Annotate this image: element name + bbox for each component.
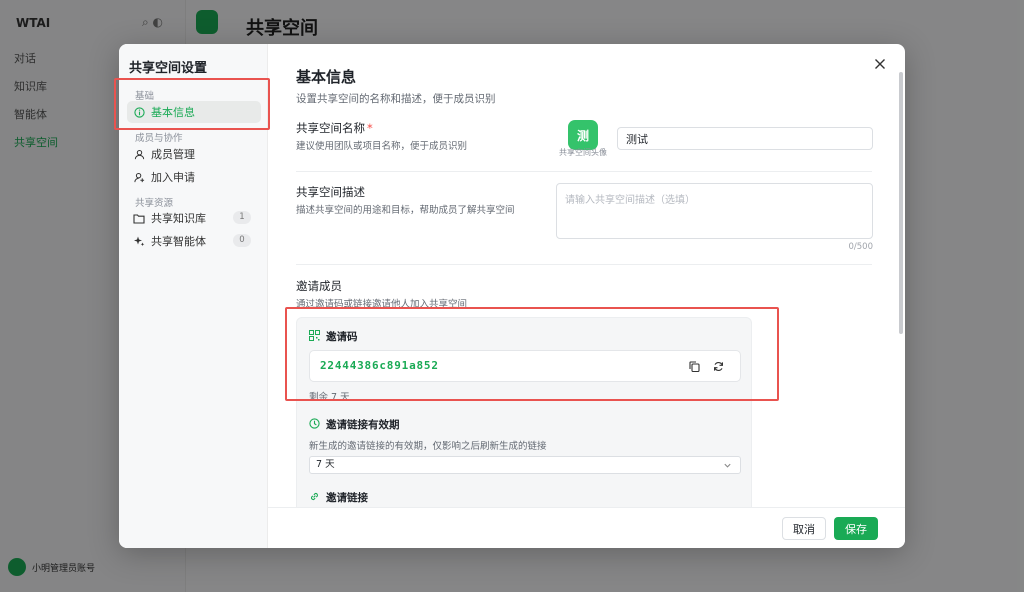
sidebar-item-label: 加入申请 — [151, 171, 195, 184]
user-icon — [133, 148, 145, 160]
invite-code-value[interactable]: 22444386c891a852 — [320, 359, 439, 372]
chevron-down-icon — [723, 460, 732, 476]
sidebar-item-shared-agents[interactable]: 共享智能体 0 — [127, 230, 261, 252]
refresh-icon[interactable] — [710, 358, 726, 374]
user-add-icon — [133, 171, 145, 183]
section-title: 基本信息 — [296, 68, 357, 86]
sparkle-icon — [133, 235, 145, 247]
invite-link-header: 邀请链接 — [309, 490, 368, 505]
desc-label: 共享空间描述 — [296, 185, 365, 199]
char-count: 0/500 — [848, 242, 874, 252]
modal-content[interactable]: 基本信息 设置共享空间的名称和描述，便于成员识别 共享空间名称 * 建议使用团队或… — [268, 44, 905, 507]
name-label-text: 共享空间名称 — [296, 121, 365, 135]
expiry-selected-value: 7 天 — [316, 459, 335, 470]
qr-code-icon — [309, 329, 320, 344]
save-button[interactable]: 保存 — [834, 517, 878, 540]
modal-sidebar-title: 共享空间设置 — [129, 61, 208, 76]
section-subtitle: 设置共享空间的名称和描述，便于成员识别 — [296, 93, 496, 105]
invite-help: 通过邀请码或链接邀请他人加入共享空间 — [296, 299, 468, 310]
required-mark: * — [367, 121, 373, 135]
sidebar-item-label: 基本信息 — [151, 106, 195, 119]
invite-code-title: 邀请码 — [326, 331, 358, 343]
remaining-days: 剩余 7 天 — [309, 392, 350, 403]
settings-modal: 共享空间设置 基础 基本信息 成员与协作 成员管理 加入申请 共享资源 共享知识… — [119, 44, 905, 548]
link-icon — [309, 491, 320, 505]
info-circle-icon — [133, 106, 145, 118]
expiry-desc: 新生成的邀请链接的有效期，仅影响之后刷新生成的链接 — [309, 441, 547, 452]
sidebar-item-member-management[interactable]: 成员管理 — [127, 143, 261, 165]
sidebar-item-join-requests[interactable]: 加入申请 — [127, 166, 261, 188]
copy-icon[interactable] — [686, 358, 702, 374]
invite-code-header: 邀请码 — [309, 329, 358, 344]
cancel-button[interactable]: 取消 — [782, 517, 826, 540]
space-description-input[interactable] — [556, 183, 873, 239]
desc-help: 描述共享空间的用途和目标，帮助成员了解共享空间 — [296, 205, 515, 216]
space-name-input[interactable] — [617, 127, 873, 150]
expiry-title: 邀请链接有效期 — [326, 419, 400, 431]
name-label: 共享空间名称 * — [296, 120, 373, 136]
space-avatar[interactable]: 测 — [568, 120, 598, 150]
sidebar-item-basic-info[interactable]: 基本信息 — [127, 101, 261, 123]
modal-footer: 取消 保存 — [268, 507, 905, 548]
group-label-members: 成员与协作 — [135, 133, 183, 144]
invite-label: 邀请成员 — [296, 279, 342, 293]
expiry-select[interactable]: 7 天 — [309, 456, 741, 474]
invite-link-title: 邀请链接 — [326, 492, 368, 504]
divider — [296, 264, 872, 265]
expiry-header: 邀请链接有效期 — [309, 417, 400, 432]
sidebar-item-label: 成员管理 — [151, 148, 195, 161]
sidebar-item-label: 共享知识库 — [151, 212, 206, 225]
invite-code-box: 22444386c891a852 — [309, 350, 741, 382]
folder-icon — [133, 212, 145, 224]
invite-panel: 邀请码 22444386c891a852 剩余 7 天 邀请链接有效期 新生成的… — [296, 317, 752, 507]
count-badge: 0 — [233, 234, 251, 247]
clock-icon — [309, 417, 320, 432]
modal-sidebar: 共享空间设置 基础 基本信息 成员与协作 成员管理 加入申请 共享资源 共享知识… — [119, 44, 268, 548]
avatar-caption: 共享空间头像 — [559, 148, 607, 157]
sidebar-item-shared-kb[interactable]: 共享知识库 1 — [127, 207, 261, 229]
name-help: 建议使用团队或项目名称，便于成员识别 — [296, 141, 468, 152]
sidebar-item-label: 共享智能体 — [151, 235, 206, 248]
count-badge: 1 — [233, 211, 251, 224]
group-label-basic: 基础 — [135, 91, 155, 102]
content-scrollbar[interactable] — [899, 72, 903, 334]
divider — [296, 171, 872, 172]
close-icon[interactable] — [874, 58, 890, 74]
